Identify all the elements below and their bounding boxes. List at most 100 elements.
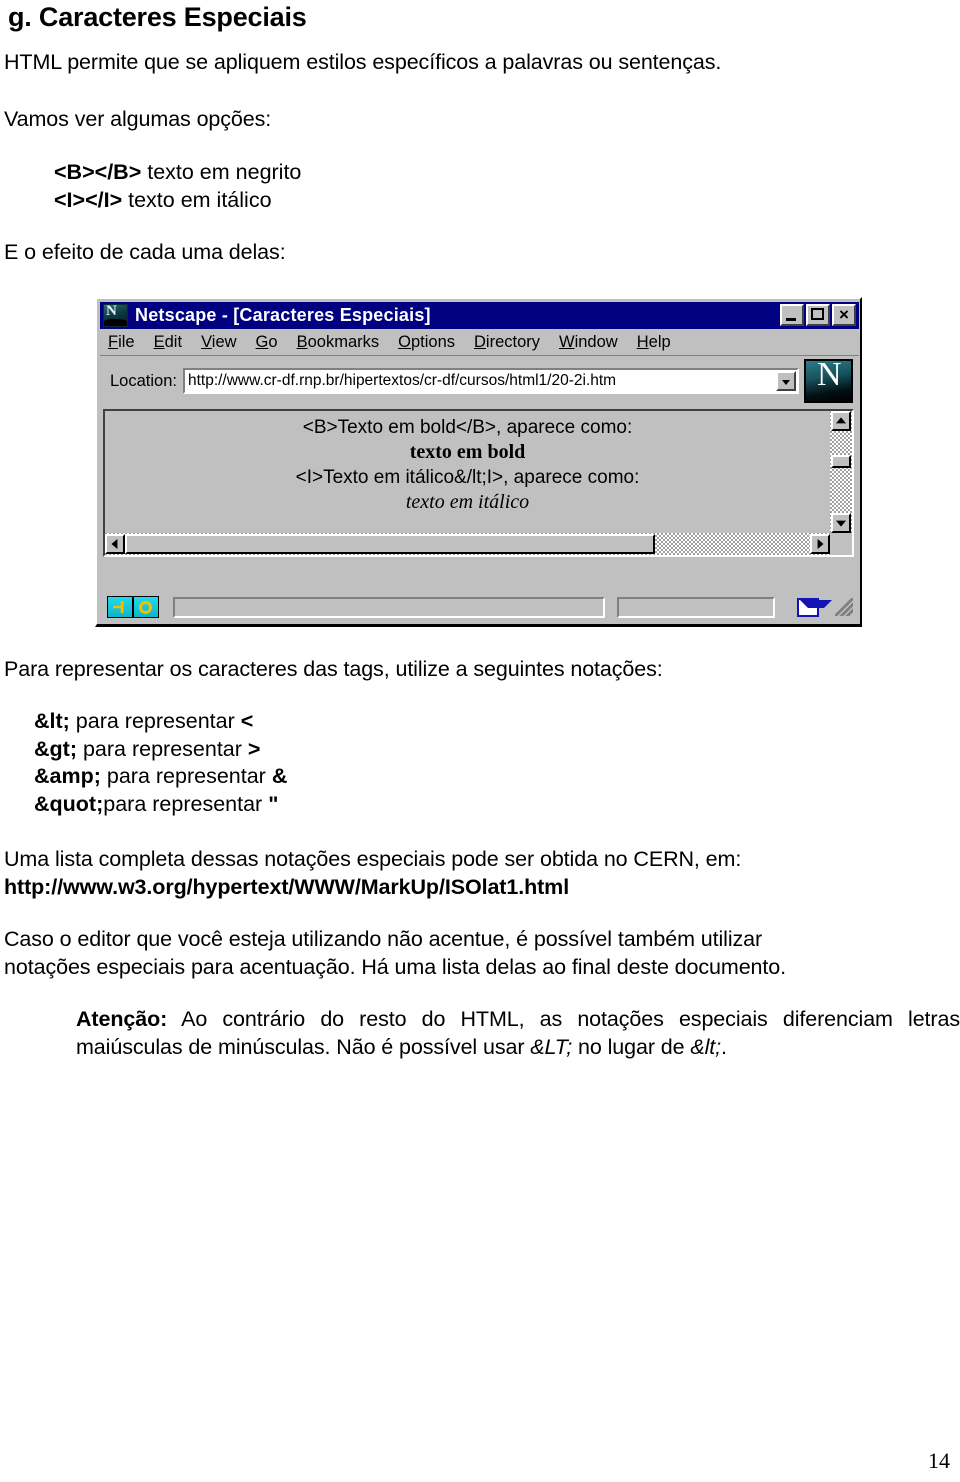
tag-bold-desc: texto em negrito xyxy=(141,160,302,184)
notation-entity: &quot; xyxy=(34,791,104,816)
menu-item-go[interactable]: Go xyxy=(256,333,278,352)
scrollbar-corner xyxy=(830,533,852,555)
notation-entity: &lt; xyxy=(34,709,70,733)
status-message-field xyxy=(173,596,605,618)
content-line-bold-source: <B>Texto em bold</B>, aparece como: xyxy=(302,417,633,438)
security-lock-icon xyxy=(133,596,159,618)
notation-item: &gt; para representar > xyxy=(34,736,287,764)
cern-url[interactable]: http://www.w3.org/hypertext/WWW/MarkUp/I… xyxy=(4,873,741,901)
options-lead-in: Vamos ver algumas opções: xyxy=(4,107,272,131)
menu-label: o xyxy=(268,333,278,351)
warning-label: Atenção: xyxy=(76,1007,168,1031)
horizontal-scrollbar-thumb[interactable] xyxy=(125,534,655,554)
notation-item: &lt; para representar < xyxy=(34,708,287,736)
notation-text: para representar xyxy=(69,709,241,733)
maximize-button[interactable] xyxy=(806,304,830,326)
notation-text: para representar xyxy=(103,791,269,816)
tag-list-item: <I></I> texto em itálico xyxy=(54,186,301,214)
menu-label: elp xyxy=(648,333,671,351)
horizontal-scrollbar[interactable] xyxy=(105,533,830,555)
menu-item-directory[interactable]: Directory xyxy=(474,333,540,352)
scroll-up-button[interactable] xyxy=(831,411,851,431)
maximize-icon xyxy=(811,308,824,320)
menu-item-help[interactable]: Help xyxy=(637,333,671,352)
window-controls: × xyxy=(780,304,856,326)
notation-text: para representar xyxy=(76,736,248,761)
notation-item: &quot;para representar " xyxy=(34,791,287,819)
menu-label: ile xyxy=(118,333,135,351)
cern-paragraph: Uma lista completa dessas notações espec… xyxy=(4,845,741,901)
notation-entity: &gt; xyxy=(34,736,77,761)
warning-part2: no lugar de xyxy=(572,1035,691,1059)
tag-list: <B></B> texto em negrito <I></I> texto e… xyxy=(54,158,301,214)
menu-accel: E xyxy=(153,333,165,351)
menu-label: dit xyxy=(164,333,183,351)
arrow-left-icon xyxy=(111,539,118,549)
netscape-throbber-logo[interactable] xyxy=(804,356,853,403)
warning-paragraph: Atenção: Ao contrário do resto do HTML, … xyxy=(76,1005,960,1061)
status-progress-field xyxy=(617,596,775,618)
arrow-down-icon xyxy=(836,520,846,527)
menu-item-edit[interactable]: Edit xyxy=(154,333,182,352)
menu-accel: H xyxy=(636,333,649,351)
notation-char: " xyxy=(268,791,279,816)
vertical-scrollbar[interactable] xyxy=(830,411,852,533)
netscape-location-bar: Location: http://www.cr-df.rnp.br/hipert… xyxy=(100,356,859,405)
effect-lead-in: E o efeito de cada uma delas: xyxy=(4,240,286,264)
netscape-browser-screenshot: Netscape - [Caracteres Especiais] × File… xyxy=(95,297,862,627)
tag-italic-name: <I></I> xyxy=(54,188,123,212)
menu-label: iew xyxy=(211,333,237,351)
netscape-title-bar: Netscape - [Caracteres Especiais] × xyxy=(100,302,859,329)
netscape-logo-icon xyxy=(103,303,128,327)
vertical-scrollbar-thumb[interactable] xyxy=(831,455,851,468)
intro-paragraph: HTML permite que se apliquem estilos esp… xyxy=(4,50,722,74)
close-button[interactable]: × xyxy=(832,304,856,326)
resize-grip-icon[interactable] xyxy=(835,598,853,616)
minimize-button[interactable] xyxy=(780,304,804,326)
menu-accel: V xyxy=(201,333,212,351)
content-line-bold-result: texto em bold xyxy=(409,441,526,463)
content-line-italic-source: <I>Texto em itálico&/lt;I>, aparece como… xyxy=(295,467,640,488)
notation-text: para representar xyxy=(100,764,272,788)
warning-upper-entity: &LT; xyxy=(530,1035,573,1059)
menu-accel: W xyxy=(559,333,575,351)
mail-icon[interactable] xyxy=(797,597,832,617)
arrow-right-icon xyxy=(817,539,824,549)
notation-item: &amp; para representar & xyxy=(34,763,287,791)
menu-item-view[interactable]: View xyxy=(201,333,236,352)
notations-lead-in: Para representar os caracteres das tags,… xyxy=(4,657,663,681)
menu-item-bookmarks[interactable]: Bookmarks xyxy=(297,333,380,352)
location-url-text: http://www.cr-df.rnp.br/hipertextos/cr-d… xyxy=(187,372,617,389)
page-number: 14 xyxy=(928,1448,950,1473)
menu-accel: O xyxy=(398,333,411,351)
warning-part1: Ao contrário do resto do HTML, as notaçõ… xyxy=(76,1007,960,1059)
location-input[interactable]: http://www.cr-df.rnp.br/hipertextos/cr-d… xyxy=(182,368,799,394)
scroll-down-button[interactable] xyxy=(831,513,851,533)
chevron-down-icon[interactable] xyxy=(776,371,796,391)
netscape-status-bar xyxy=(100,592,859,622)
netscape-window-title: Netscape - [Caracteres Especiais] xyxy=(135,305,431,325)
scroll-right-button[interactable] xyxy=(810,534,830,554)
menu-accel: F xyxy=(108,333,119,351)
notation-entity: &amp; xyxy=(34,764,101,788)
minimize-icon xyxy=(786,318,796,321)
tag-italic-desc: texto em itálico xyxy=(122,188,272,212)
menu-label: irectory xyxy=(485,333,541,351)
menu-item-window[interactable]: Window xyxy=(559,333,618,352)
notations-list: &lt; para representar < &gt; para repres… xyxy=(34,708,287,818)
menu-item-options[interactable]: Options xyxy=(398,333,455,352)
status-icon-group xyxy=(107,596,161,618)
scroll-left-button[interactable] xyxy=(105,534,125,554)
menu-accel: B xyxy=(296,333,308,351)
notation-char: > xyxy=(247,736,261,761)
close-icon: × xyxy=(839,305,849,324)
menu-accel: D xyxy=(474,333,486,351)
notation-char: & xyxy=(271,764,288,788)
security-key-icon xyxy=(107,596,133,618)
document-page: g. Caracteres Especiais HTML permite que… xyxy=(0,0,960,1482)
netscape-menu-bar: File Edit View Go Bookmarks Options Dire… xyxy=(100,330,859,356)
tag-list-item: <B></B> texto em negrito xyxy=(54,158,301,186)
menu-label: ookmarks xyxy=(307,333,380,351)
menu-item-file[interactable]: File xyxy=(108,333,135,352)
page-title: g. Caracteres Especiais xyxy=(8,2,307,32)
